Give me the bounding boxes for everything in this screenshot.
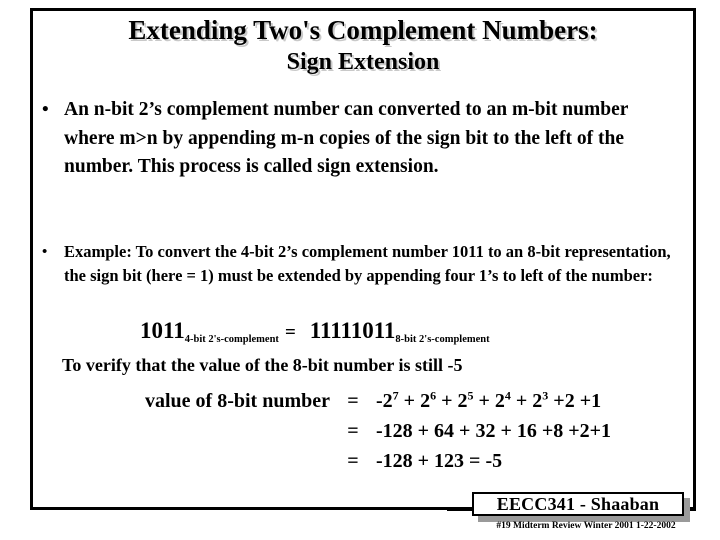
calculation-equals-sign: = — [347, 420, 359, 442]
calculation-row: value of 8-bit number = -27 + 26 + 25 + 24… — [96, 386, 666, 416]
binary-equation: 10114-bit 2's-complement = 111110118-bit 2… — [140, 318, 490, 345]
title-line-primary: Extending Two's Complement Numbers: — [128, 15, 598, 45]
exponent: 3 — [542, 388, 549, 403]
bullet-text-definition: An n-bit 2’s complement number can conve… — [64, 99, 629, 177]
bullet-text-example: Example: To convert the 4-bit 2’s comple… — [64, 242, 671, 285]
slide-title: Extending Two's Complement Numbers: Sign… — [32, 14, 694, 77]
binary-left-value: 1011 — [140, 318, 185, 343]
bullet-marker-icon: • — [42, 99, 49, 120]
title-line-secondary: Sign Extension — [286, 49, 440, 75]
binary-right-subscript: 8-bit 2's-complement — [395, 334, 490, 345]
exponent: 7 — [392, 388, 399, 403]
calculation-row: = -128 + 123 = -5 — [96, 446, 666, 476]
calculation-equals-sign: = — [347, 390, 359, 412]
bullet-marker-icon: • — [42, 244, 48, 260]
exponent: 4 — [504, 388, 511, 403]
bullet-item-definition: • An n-bit 2’s complement number can con… — [42, 96, 682, 182]
footer-fine-print: #19 Midterm Review Winter 2001 1-22-2002 — [496, 521, 676, 531]
calculation-equals-sign: = — [347, 450, 359, 472]
verify-statement: To verify that the value of the 8-bit nu… — [62, 355, 463, 375]
course-badge: EECC341 - Shaaban — [472, 492, 684, 516]
bullet-item-example: • Example: To convert the 4-bit 2’s comp… — [42, 240, 682, 287]
calculation-rhs: -128 + 123 = -5 — [376, 450, 503, 472]
binary-equals-sign: = — [284, 322, 296, 343]
calculation-block: value of 8-bit number = -27 + 26 + 25 + 24… — [96, 386, 666, 476]
binary-left-subscript: 4-bit 2's-complement — [184, 334, 279, 345]
calculation-lhs: value of 8-bit number — [145, 390, 330, 412]
calculation-row: = -128 + 64 + 32 + 16 +8 +2+1 — [96, 416, 666, 446]
calculation-rhs: -27 + 26 + 25 + 24 + 23 +2 +1 — [376, 388, 602, 412]
binary-right-value: 11111011 — [309, 318, 396, 343]
slide-canvas: Extending Two's Complement Numbers: Sign… — [0, 0, 720, 540]
exponent: 6 — [430, 388, 437, 403]
calculation-rhs: -128 + 64 + 32 + 16 +8 +2+1 — [376, 420, 612, 442]
course-badge-label: EECC341 - Shaaban — [496, 493, 660, 514]
exponent: 5 — [467, 388, 474, 403]
